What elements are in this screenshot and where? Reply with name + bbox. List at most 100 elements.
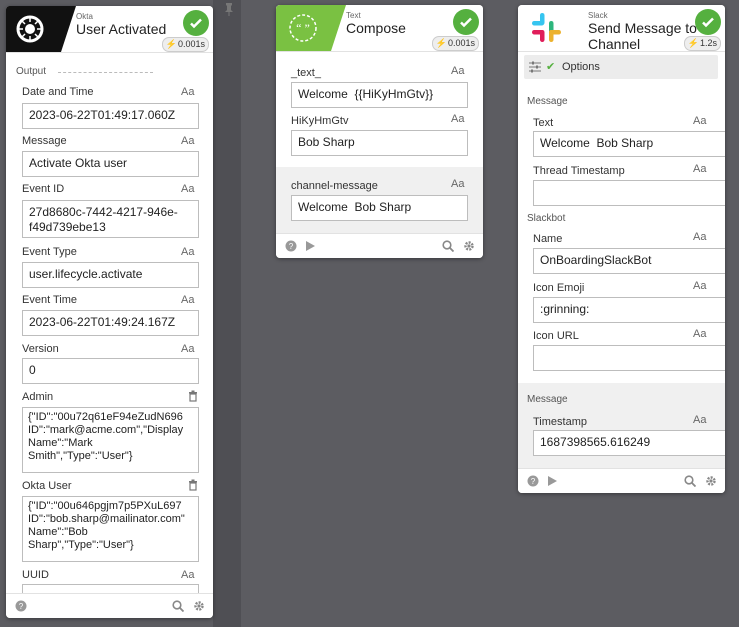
aa-type-label: Aa (451, 113, 465, 125)
aa-type-label: Aa (181, 294, 195, 306)
section-slackbot: Slackbot (527, 213, 566, 224)
aa-type-label: Aa (693, 328, 707, 340)
field-timestamp[interactable]: 1687398565.616249 (533, 430, 725, 456)
field-label-okta-user: Okta User (22, 480, 72, 492)
check-icon (453, 9, 479, 35)
aa-type-label: Aa (693, 115, 707, 127)
card-header[interactable]: Slack Send Message to Channel ⚡1.2s (518, 5, 725, 52)
aa-type-label: Aa (693, 163, 707, 175)
field-label-hikyhmgtv: HiKyHmGtv (291, 115, 349, 127)
slack-send-message-card[interactable]: Slack Send Message to Channel ⚡1.2s ✔ Op… (518, 5, 725, 493)
field-label-event-id: Event ID (22, 183, 65, 195)
field-slack-text[interactable]: Welcome Bob Sharp (533, 131, 725, 157)
card-title-block: Text Compose (346, 11, 406, 36)
svg-text:?: ? (19, 602, 24, 611)
svg-text:“ ”: “ ” (296, 21, 310, 35)
slack-logo-icon (518, 5, 570, 51)
field-label-admin: Admin (22, 391, 54, 403)
field-date-and-time[interactable]: 2023-06-22T01:49:17.060Z (22, 103, 199, 129)
gear-icon[interactable] (463, 240, 475, 252)
field-event-time[interactable]: 2023-06-22T01:49:24.167Z (22, 310, 199, 336)
quote-icon: “ ” (276, 5, 346, 51)
timing-badge: ⚡0.001s (431, 36, 479, 51)
field-channel-message[interactable]: Welcome Bob Sharp (291, 195, 468, 221)
field-label-version: Version (22, 343, 59, 355)
aa-type-label: Aa (181, 246, 195, 258)
field-label-timestamp: Timestamp (533, 416, 587, 428)
search-icon[interactable] (442, 240, 455, 253)
trash-icon[interactable] (188, 479, 198, 491)
field-icon-emoji[interactable]: :grinning: (533, 297, 725, 323)
timing-badge: ⚡1.2s (683, 36, 721, 51)
options-label: Options (562, 61, 600, 73)
help-icon[interactable]: ? (527, 475, 539, 487)
card-footer: ? (6, 593, 213, 618)
card-header[interactable]: Okta User Activated ⚡0.001s (6, 6, 213, 53)
card-footer: ? (518, 468, 725, 493)
trash-icon[interactable] (188, 390, 198, 402)
field-event-id[interactable]: 27d8680c-7442-4217-946e- f49d739ebe13 (22, 200, 199, 238)
field-label-uuid: UUID (22, 569, 49, 581)
timing-badge: ⚡0.001s (161, 37, 209, 52)
aa-type-label: Aa (181, 135, 195, 147)
gear-icon[interactable] (705, 475, 717, 487)
svg-text:?: ? (289, 242, 294, 251)
aa-type-label: Aa (451, 178, 465, 190)
sliders-icon (529, 61, 541, 76)
field-bot-name[interactable]: OnBoardingSlackBot (533, 248, 725, 274)
field-text-template[interactable]: Welcome {{HiKyHmGtv}} (291, 82, 468, 108)
panel-gutter (213, 0, 241, 627)
timing-value: 1.2s (699, 38, 717, 48)
card-kicker: Slack (588, 11, 608, 20)
field-label-date-and-time: Date and Time (22, 86, 94, 98)
help-icon[interactable]: ? (285, 240, 297, 252)
field-icon-url[interactable] (533, 345, 725, 371)
card-title-block: Okta User Activated (76, 12, 166, 37)
field-okta-user[interactable]: {"ID":"00u646pgjm7p5PXuL697 ID":"bob.sha… (22, 496, 199, 562)
timing-value: 0.001s (177, 39, 205, 49)
options-toggle[interactable]: ✔ Options (524, 55, 718, 79)
aa-type-label: Aa (693, 414, 707, 426)
play-icon[interactable] (546, 475, 558, 487)
card-kicker: Okta (76, 12, 93, 21)
field-hikyhmgtv[interactable]: Bob Sharp (291, 130, 468, 156)
bolt-icon: ⚡ (165, 39, 177, 49)
help-icon[interactable]: ? (15, 600, 27, 612)
section-output: Output (16, 66, 47, 77)
field-label-message: Message (22, 135, 67, 147)
field-version[interactable]: 0 (22, 358, 199, 384)
card-footer: ? (276, 233, 483, 258)
field-label-icon-url: Icon URL (533, 330, 579, 342)
aa-type-label: Aa (181, 183, 195, 195)
field-event-type[interactable]: user.lifecycle.activate (22, 262, 199, 288)
field-label-event-time: Event Time (22, 294, 78, 306)
field-label-icon-emoji: Icon Emoji (533, 282, 585, 294)
field-label-name: Name (533, 233, 563, 245)
field-label-text: Text (533, 117, 554, 129)
play-icon[interactable] (304, 240, 316, 252)
gear-icon[interactable] (193, 600, 205, 612)
field-label-thread-timestamp: Thread Timestamp (533, 165, 625, 177)
field-admin[interactable]: {"ID":"00u72q61eF94eZudN696 ID":"mark@ac… (22, 407, 199, 473)
okta-user-activated-card[interactable]: Okta User Activated ⚡0.001s Output Date … (6, 6, 213, 618)
aa-type-label: Aa (181, 569, 195, 581)
search-icon[interactable] (684, 475, 697, 488)
svg-text:?: ? (531, 477, 536, 486)
search-icon[interactable] (172, 600, 185, 613)
card-header[interactable]: “ ” Text Compose ⚡0.001s (276, 5, 483, 52)
field-thread-timestamp[interactable] (533, 180, 725, 206)
check-icon (695, 9, 721, 35)
pin-icon[interactable] (222, 2, 236, 16)
field-message[interactable]: Activate Okta user (22, 151, 199, 177)
timing-value: 0.001s (447, 38, 475, 48)
card-title-line1: Send Message to (588, 20, 697, 36)
card-title: Compose (346, 20, 406, 36)
section-message-output: Message (527, 394, 568, 405)
bolt-icon: ⚡ (435, 38, 447, 48)
card-title-line2: Channel (588, 36, 641, 52)
field-label-event-type: Event Type (22, 246, 77, 258)
text-compose-card[interactable]: “ ” Text Compose ⚡0.001s _text_ Aa Welco… (276, 5, 483, 258)
aa-type-label: Aa (451, 65, 465, 77)
card-title: User Activated (76, 21, 167, 37)
card-title-block: Slack Send Message to Channel (588, 11, 697, 52)
